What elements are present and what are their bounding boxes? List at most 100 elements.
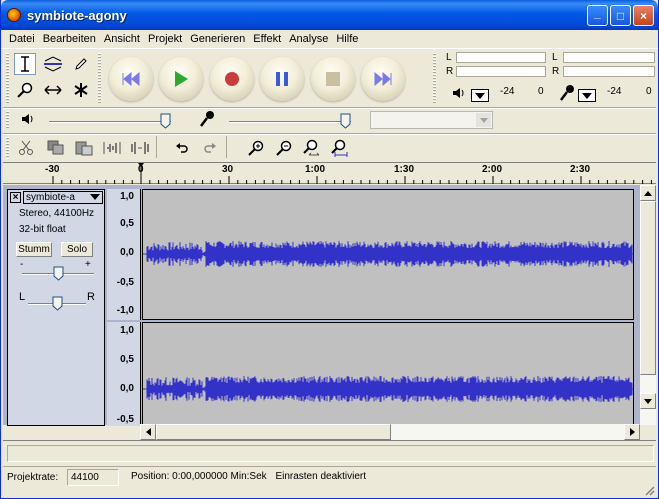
pause-icon [276, 72, 288, 86]
track-bit-depth: 32-bit float [19, 224, 66, 235]
ruler-label: -30 [45, 164, 60, 175]
title-bar[interactable]: symbiote-agony _ □ × [1, 0, 658, 30]
redo-button[interactable] [198, 136, 221, 159]
input-volume-thumb[interactable] [340, 113, 351, 129]
play-meter-menu-button[interactable] [471, 89, 489, 102]
menu-bearbeiten[interactable]: Bearbeiten [39, 30, 100, 49]
waveform-right-channel[interactable] [142, 322, 634, 426]
amplitude-tick: 0,0 [120, 383, 134, 394]
toolbar-grip[interactable] [6, 53, 9, 103]
vertical-scroll-thumb[interactable] [640, 201, 656, 375]
toolbar-grip[interactable] [6, 111, 9, 129]
menu-ansicht[interactable]: Ansicht [100, 30, 144, 49]
skip-to-start-button[interactable] [109, 57, 153, 101]
rec-meter-left-label: L [552, 52, 558, 63]
ruler-label: 0 [138, 164, 144, 175]
menu-datei[interactable]: Datei [5, 30, 39, 49]
horizontal-scrollbar[interactable] [140, 424, 640, 440]
envelope-icon [44, 56, 62, 72]
minimize-button[interactable]: _ [587, 5, 608, 26]
copy-button[interactable] [44, 136, 67, 159]
input-volume-slider[interactable] [229, 121, 351, 123]
empty-track-area[interactable] [7, 445, 654, 462]
multi-tool-button[interactable] [70, 79, 92, 101]
rec-meter-max-label: 0 [646, 86, 652, 97]
stop-button[interactable] [311, 57, 355, 101]
close-icon: × [639, 8, 647, 23]
fit-project-button[interactable] [327, 136, 350, 159]
draw-tool-button[interactable] [70, 53, 92, 75]
waveform-right [143, 376, 633, 402]
silence-icon [130, 141, 149, 154]
resize-grip-icon[interactable] [643, 484, 655, 496]
horizontal-scroll-thumb[interactable] [156, 424, 391, 440]
mute-button[interactable]: Stumm [16, 242, 52, 257]
ruler-label: 2:00 [482, 164, 503, 175]
menu-generieren[interactable]: Generieren [186, 30, 249, 49]
track-format: Stereo, 44100Hz [19, 208, 95, 219]
zoom-tool-button[interactable] [14, 79, 36, 101]
waveform-left [143, 241, 633, 267]
vertical-scrollbar[interactable] [640, 185, 656, 425]
ruler-ticks [52, 176, 652, 184]
scroll-left-button[interactable] [140, 424, 156, 440]
silence-button[interactable] [128, 136, 151, 159]
maximize-button[interactable]: □ [610, 5, 631, 26]
trim-button[interactable] [100, 136, 123, 159]
microphone-icon [200, 111, 214, 127]
chevron-left-icon [145, 428, 151, 436]
amplitude-ruler-right: 1,0 0,5 0,0 -0,5 [107, 322, 141, 426]
toolbar-grip[interactable] [98, 53, 101, 103]
audacity-app-icon [7, 8, 21, 22]
scroll-down-button[interactable] [640, 393, 656, 409]
rec-meter-menu-button[interactable] [578, 89, 596, 102]
trim-icon [103, 141, 120, 154]
input-source-select[interactable] [370, 111, 493, 129]
fit-selection-button[interactable] [299, 136, 322, 159]
gain-slider-thumb[interactable] [53, 266, 64, 281]
record-button[interactable] [210, 57, 254, 101]
menu-hilfe[interactable]: Hilfe [332, 30, 362, 49]
undo-button[interactable] [170, 136, 193, 159]
undo-icon [175, 142, 188, 153]
scroll-right-button[interactable] [624, 424, 640, 440]
position-text: Position: 0:00,000000 Min:Sek [131, 471, 267, 482]
project-rate-field[interactable]: 44100 [67, 469, 119, 486]
timeshift-tool-button[interactable] [42, 79, 64, 101]
amplitude-tick: -0,5 [116, 414, 134, 425]
snap-status-text: Einrasten deaktiviert [275, 471, 367, 482]
output-volume-slider[interactable] [49, 121, 171, 123]
track-name-menu[interactable]: symbiote-a [23, 191, 103, 204]
zoom-in-button[interactable] [244, 136, 267, 159]
waveform-left-channel[interactable] [142, 189, 634, 320]
maximize-icon: □ [616, 8, 625, 23]
envelope-tool-button[interactable] [42, 53, 64, 75]
stop-icon [326, 72, 340, 86]
play-button[interactable] [159, 57, 203, 101]
menu-analyse[interactable]: Analyse [285, 30, 332, 49]
gain-minus-label: - [20, 259, 24, 270]
toolbar-grip[interactable] [433, 53, 436, 103]
pause-button[interactable] [260, 57, 304, 101]
amplitude-tick: 0,0 [120, 247, 134, 258]
skip-to-end-button[interactable] [361, 57, 405, 101]
chevron-down-icon [644, 398, 652, 404]
track-close-button[interactable]: × [10, 192, 21, 203]
redo-icon [203, 142, 216, 153]
scroll-up-button[interactable] [640, 185, 656, 201]
paste-button[interactable] [72, 136, 95, 159]
solo-button[interactable]: Solo [61, 242, 93, 257]
zoom-out-button[interactable] [272, 136, 295, 159]
scissors-icon [18, 140, 33, 155]
close-button[interactable]: × [633, 5, 654, 26]
cut-button[interactable] [14, 136, 37, 159]
menu-projekt[interactable]: Projekt [144, 30, 186, 49]
magnifier-icon [17, 82, 33, 98]
toolbar-grip[interactable] [6, 137, 9, 159]
selection-tool-button[interactable] [14, 53, 36, 75]
pan-slider-thumb[interactable] [52, 296, 63, 311]
pencil-icon [75, 58, 87, 70]
output-volume-thumb[interactable] [160, 113, 171, 129]
input-source-dropdown-button[interactable] [476, 113, 491, 127]
menu-effekt[interactable]: Effekt [249, 30, 285, 49]
